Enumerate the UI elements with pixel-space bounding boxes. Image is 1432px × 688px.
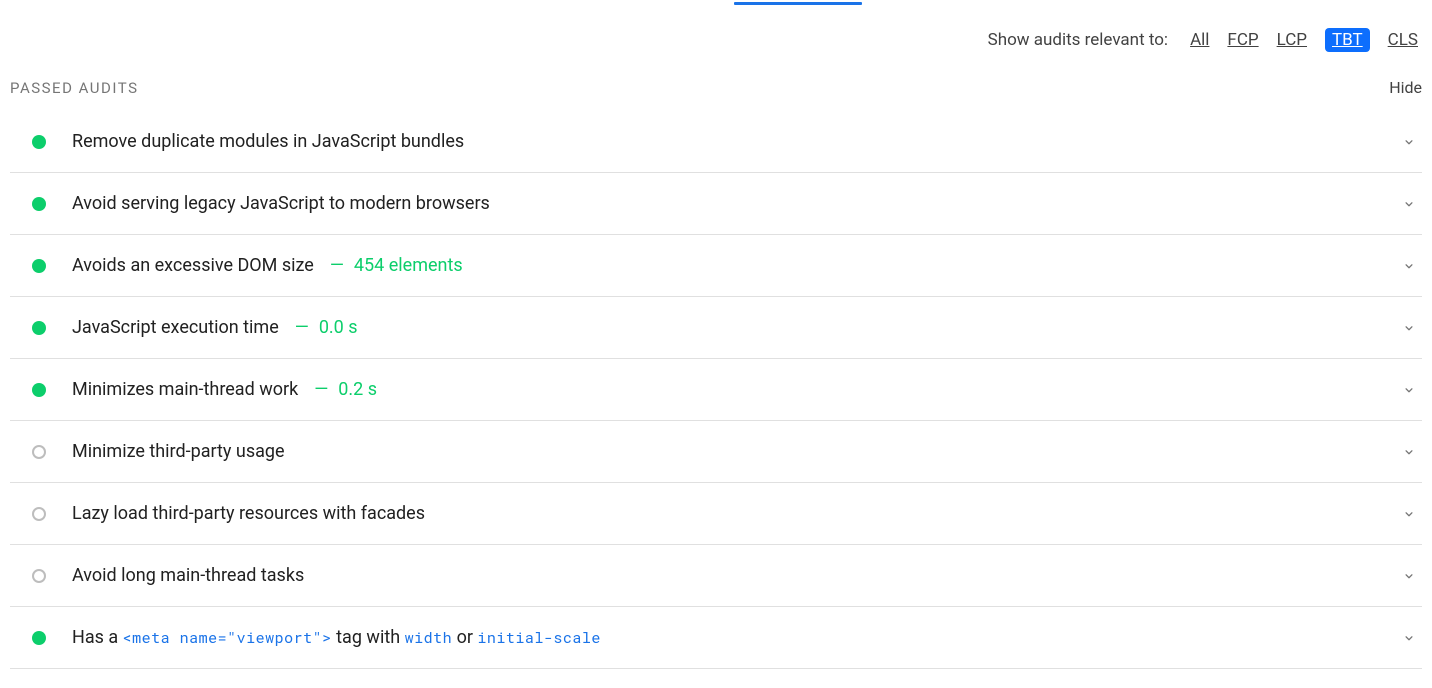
neutral-icon bbox=[32, 445, 46, 459]
chevron-down-icon bbox=[1402, 321, 1416, 335]
chevron-down-icon bbox=[1402, 197, 1416, 211]
audit-detail: 0.0 s bbox=[319, 317, 358, 338]
audit-row[interactable]: JavaScript execution time — 0.0 s bbox=[10, 297, 1422, 359]
audit-title: Avoid long main-thread tasks bbox=[72, 565, 304, 586]
audit-title: Has a <meta name="viewport"> tag with wi… bbox=[72, 627, 601, 648]
chevron-down-icon bbox=[1402, 631, 1416, 645]
filter-all[interactable]: All bbox=[1190, 30, 1209, 50]
pass-icon bbox=[32, 321, 46, 335]
chevron-down-icon bbox=[1402, 445, 1416, 459]
audit-title: JavaScript execution time bbox=[72, 317, 279, 338]
pass-icon bbox=[32, 259, 46, 273]
audit-list: Remove duplicate modules in JavaScript b… bbox=[0, 111, 1432, 669]
audit-title: Remove duplicate modules in JavaScript b… bbox=[72, 131, 464, 152]
section-header[interactable]: PASSED AUDITS Hide bbox=[0, 68, 1432, 111]
filter-bar: Show audits relevant to: All FCP LCP TBT… bbox=[0, 18, 1432, 62]
pass-icon bbox=[32, 631, 46, 645]
active-tab-indicator bbox=[734, 2, 862, 5]
hide-button[interactable]: Hide bbox=[1389, 78, 1422, 97]
neutral-icon bbox=[32, 507, 46, 521]
audit-title: Minimize third-party usage bbox=[72, 441, 285, 462]
chevron-down-icon bbox=[1402, 383, 1416, 397]
audit-row[interactable]: Avoid serving legacy JavaScript to moder… bbox=[10, 173, 1422, 235]
audit-row[interactable]: Minimizes main-thread work — 0.2 s bbox=[10, 359, 1422, 421]
audit-row[interactable]: Remove duplicate modules in JavaScript b… bbox=[10, 111, 1422, 173]
section-title: PASSED AUDITS bbox=[10, 79, 138, 97]
pass-icon bbox=[32, 135, 46, 149]
audit-row[interactable]: Lazy load third-party resources with fac… bbox=[10, 483, 1422, 545]
audit-title: Avoids an excessive DOM size bbox=[72, 255, 314, 276]
detail-separator: — bbox=[330, 255, 344, 276]
audit-row[interactable]: Minimize third-party usage bbox=[10, 421, 1422, 483]
filter-cls[interactable]: CLS bbox=[1388, 30, 1418, 50]
audit-row[interactable]: Has a <meta name="viewport"> tag with wi… bbox=[10, 607, 1422, 669]
audit-title: Lazy load third-party resources with fac… bbox=[72, 503, 425, 524]
audit-row[interactable]: Avoid long main-thread tasks bbox=[10, 545, 1422, 607]
pass-icon bbox=[32, 197, 46, 211]
audit-detail: 454 elements bbox=[354, 255, 463, 276]
audit-row[interactable]: Avoids an excessive DOM size — 454 element… bbox=[10, 235, 1422, 297]
audit-title: Minimizes main-thread work bbox=[72, 379, 298, 400]
pass-icon bbox=[32, 383, 46, 397]
chevron-down-icon bbox=[1402, 135, 1416, 149]
chevron-down-icon bbox=[1402, 259, 1416, 273]
audit-detail: 0.2 s bbox=[338, 379, 377, 400]
chevron-down-icon bbox=[1402, 569, 1416, 583]
chevron-down-icon bbox=[1402, 507, 1416, 521]
audit-title: Avoid serving legacy JavaScript to moder… bbox=[72, 193, 490, 214]
filter-tbt[interactable]: TBT bbox=[1325, 28, 1370, 52]
filter-label: Show audits relevant to: bbox=[988, 30, 1168, 50]
filter-lcp[interactable]: LCP bbox=[1277, 30, 1307, 50]
detail-separator: — bbox=[295, 317, 309, 338]
filter-fcp[interactable]: FCP bbox=[1227, 30, 1258, 50]
neutral-icon bbox=[32, 569, 46, 583]
detail-separator: — bbox=[314, 379, 328, 400]
